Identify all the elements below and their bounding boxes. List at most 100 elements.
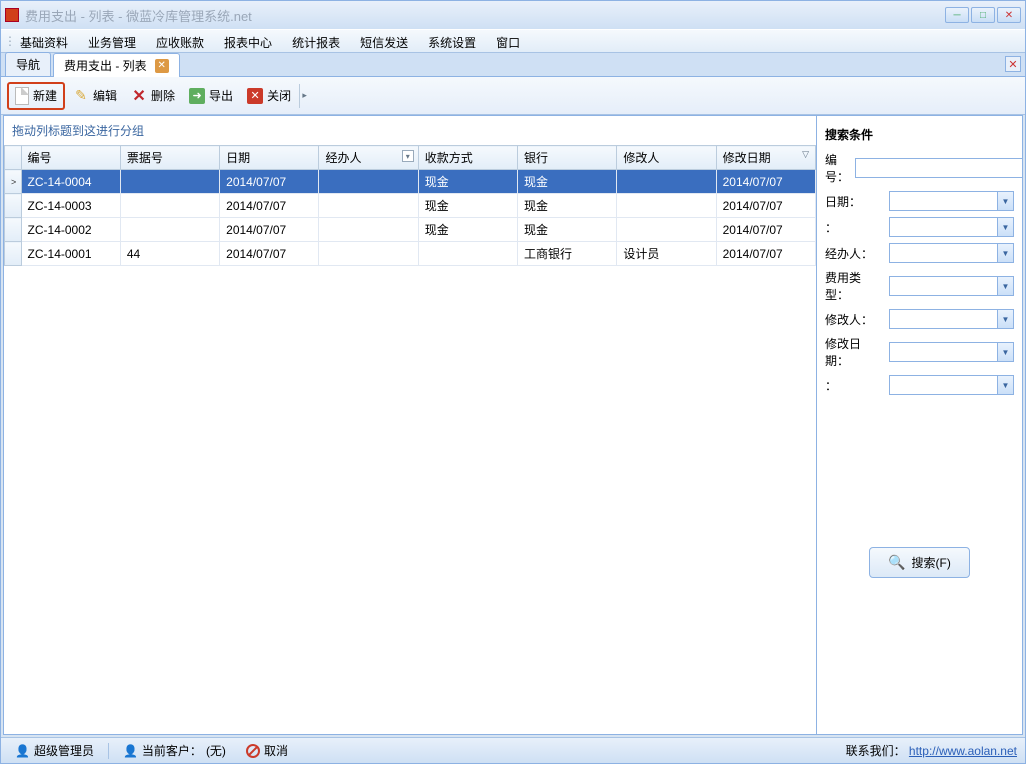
cell: 2014/07/07 — [220, 218, 319, 242]
menu-item[interactable]: 系统设置 — [418, 30, 486, 52]
cell: 现金 — [418, 218, 517, 242]
export-button[interactable]: ➜ 导出 — [183, 83, 239, 108]
cell: 现金 — [418, 194, 517, 218]
dropdown-icon[interactable]: ▼ — [997, 343, 1013, 361]
cell: 现金 — [418, 170, 517, 194]
table-row[interactable]: >ZC-14-00042014/07/07现金现金2014/07/07 — [5, 170, 816, 194]
status-customer-label: 当前客户： — [142, 742, 202, 759]
input-date-from[interactable] — [889, 191, 1014, 211]
label-handler: 经办人 — [825, 245, 883, 262]
edit-button[interactable]: ✎ 编辑 — [67, 83, 123, 108]
cell — [120, 170, 219, 194]
input-date-to[interactable] — [889, 217, 1014, 237]
cell: ZC-14-0002 — [21, 218, 120, 242]
window-title: 费用支出 - 列表 - 微蓝冷库管理系统.net — [25, 6, 252, 25]
cell: ZC-14-0001 — [21, 242, 120, 266]
tab-expense-list[interactable]: 费用支出 - 列表 ✕ — [53, 53, 180, 77]
column-header[interactable]: 日期 — [220, 146, 319, 170]
label-type: 费用类型 — [825, 269, 883, 303]
maximize-button[interactable]: □ — [971, 7, 995, 23]
menu-item[interactable]: 应收账款 — [146, 30, 214, 52]
menu-item[interactable]: 业务管理 — [78, 30, 146, 52]
new-button[interactable]: 新建 — [7, 82, 65, 110]
dropdown-icon[interactable]: ▼ — [997, 310, 1013, 328]
column-header[interactable]: 收款方式 — [418, 146, 517, 170]
column-header[interactable]: 编号 — [21, 146, 120, 170]
close-button[interactable]: ✕ 关闭 — [241, 83, 297, 108]
toolbar-overflow[interactable]: ▸ — [299, 84, 309, 108]
input-mod-date-to[interactable] — [889, 375, 1014, 395]
input-handler[interactable] — [889, 243, 1014, 263]
cell — [319, 170, 418, 194]
cell: 现金 — [518, 170, 617, 194]
column-header[interactable]: 票据号 — [120, 146, 219, 170]
cell — [120, 218, 219, 242]
column-header[interactable]: 银行 — [518, 146, 617, 170]
table-row[interactable]: ZC-14-00032014/07/07现金现金2014/07/07 — [5, 194, 816, 218]
status-customer-value: (无) — [206, 742, 226, 759]
titlebar: 费用支出 - 列表 - 微蓝冷库管理系统.net ─ □ ✕ — [1, 1, 1025, 29]
input-mod-date-from[interactable] — [889, 342, 1014, 362]
cell: 2014/07/07 — [220, 242, 319, 266]
menubar: ⋮ 基础资料业务管理应收账款报表中心统计报表短信发送系统设置窗口 — [1, 29, 1025, 53]
input-number[interactable] — [855, 158, 1023, 178]
cell: 2014/07/07 — [716, 242, 815, 266]
cell: ZC-14-0004 — [21, 170, 120, 194]
user-icon: 👤 — [15, 744, 30, 758]
dropdown-icon[interactable]: ▼ — [997, 244, 1013, 262]
window-close-button[interactable]: ✕ — [997, 7, 1021, 23]
data-grid[interactable]: 编号票据号日期经办人▾收款方式银行修改人修改日期 >ZC-14-00042014… — [4, 145, 816, 734]
cell — [319, 194, 418, 218]
cancel-icon — [246, 744, 260, 758]
search-icon: 🔍 — [888, 554, 905, 571]
statusbar: 👤 超级管理员 👤 当前客户： (无) 取消 联系我们： http://www.… — [1, 737, 1025, 763]
contact-link[interactable]: http://www.aolan.net — [909, 744, 1017, 758]
status-user: 超级管理员 — [34, 742, 94, 759]
cell — [120, 194, 219, 218]
delete-button[interactable]: ✕ 删除 — [125, 83, 181, 108]
cell: 2014/07/07 — [716, 194, 815, 218]
dropdown-icon[interactable]: ▼ — [997, 218, 1013, 236]
cancel-button[interactable]: 取消 — [240, 742, 294, 759]
menu-item[interactable]: 报表中心 — [214, 30, 282, 52]
cell: 现金 — [518, 218, 617, 242]
menu-item[interactable]: 窗口 — [486, 30, 530, 52]
contact-label: 联系我们： — [846, 744, 906, 758]
table-row[interactable]: ZC-14-00022014/07/07现金现金2014/07/07 — [5, 218, 816, 242]
close-icon: ✕ — [247, 88, 263, 104]
cell: ZC-14-0003 — [21, 194, 120, 218]
input-type[interactable] — [889, 276, 1014, 296]
search-button[interactable]: 🔍 搜索(F) — [869, 547, 970, 578]
cell: 设计员 — [617, 242, 716, 266]
cell — [617, 194, 716, 218]
search-panel: 搜索条件 编号 日期 ▼ ▼ 经办人 ▼ 费用类型 ▼ 修改人 — [817, 116, 1022, 734]
column-header[interactable]: 经办人▾ — [319, 146, 418, 170]
minimize-button[interactable]: ─ — [945, 7, 969, 23]
cell: 工商银行 — [518, 242, 617, 266]
tabstrip-close-button[interactable]: ✕ — [1005, 56, 1021, 72]
menu-item[interactable]: 基础资料 — [10, 30, 78, 52]
menu-item[interactable]: 统计报表 — [282, 30, 350, 52]
dropdown-icon[interactable]: ▼ — [997, 192, 1013, 210]
cell: 44 — [120, 242, 219, 266]
cell: 2014/07/07 — [220, 194, 319, 218]
cell: 2014/07/07 — [716, 170, 815, 194]
group-by-zone[interactable]: 拖动列标题到这进行分组 — [4, 116, 816, 145]
menu-item[interactable]: 短信发送 — [350, 30, 418, 52]
column-header[interactable]: 修改人 — [617, 146, 716, 170]
app-icon — [5, 8, 19, 22]
table-row[interactable]: ZC-14-0001442014/07/07工商银行设计员2014/07/07 — [5, 242, 816, 266]
label-mod-date: 修改日期 — [825, 335, 883, 369]
tab-close-icon[interactable]: ✕ — [155, 59, 169, 73]
toolbar: 新建 ✎ 编辑 ✕ 删除 ➜ 导出 ✕ 关闭 ▸ — [1, 77, 1025, 115]
export-icon: ➜ — [189, 88, 205, 104]
dropdown-icon[interactable]: ▼ — [997, 277, 1013, 295]
filter-icon[interactable]: ▾ — [402, 150, 414, 162]
input-modifier[interactable] — [889, 309, 1014, 329]
tab-nav[interactable]: 导航 — [5, 52, 51, 76]
column-header[interactable]: 修改日期 — [716, 146, 815, 170]
cell — [319, 218, 418, 242]
new-icon — [15, 87, 29, 105]
tabstrip: 导航 费用支出 - 列表 ✕ ✕ — [1, 53, 1025, 77]
dropdown-icon[interactable]: ▼ — [997, 376, 1013, 394]
